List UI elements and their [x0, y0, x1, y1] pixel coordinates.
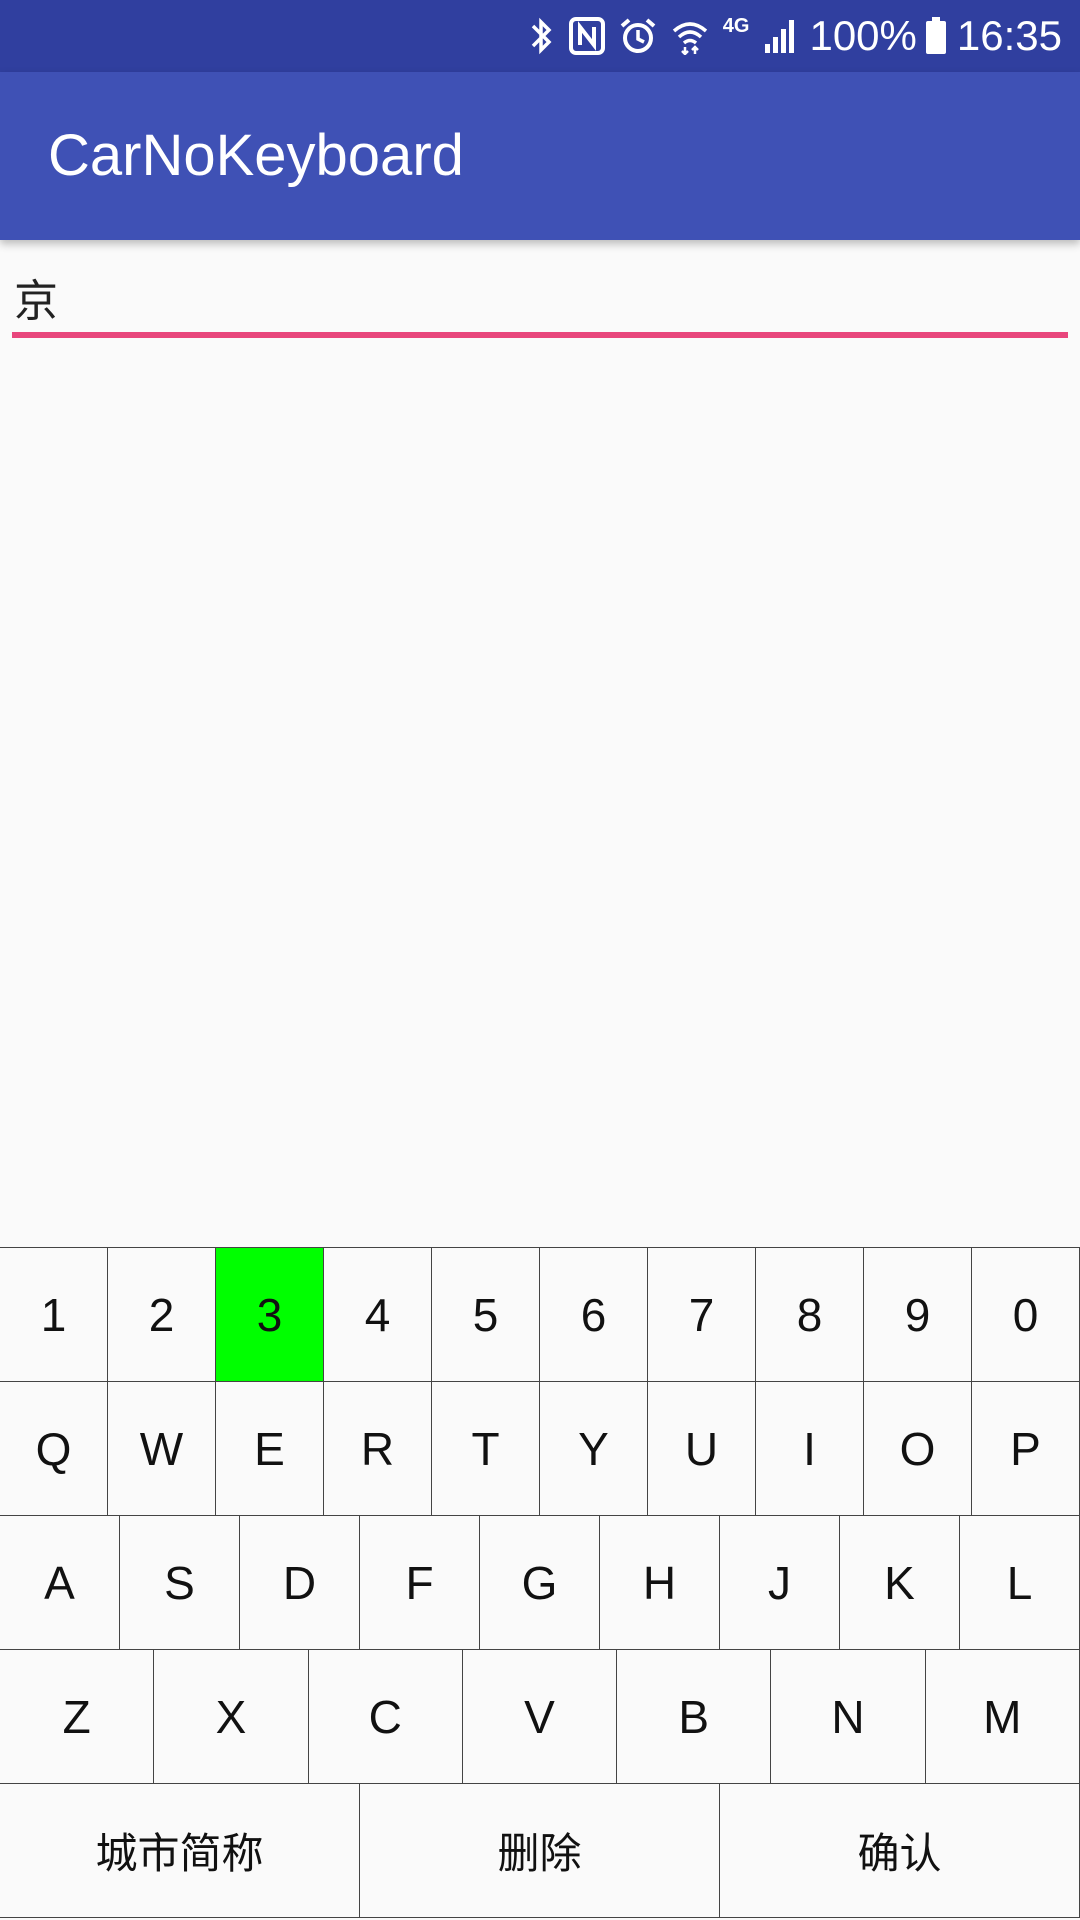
wifi-icon — [671, 17, 709, 55]
network-type-label: 4G — [722, 14, 750, 37]
app-title: CarNoKeyboard — [48, 123, 464, 188]
key-w[interactable]: W — [107, 1381, 216, 1516]
car-number-keyboard: 1 2 3 4 5 6 7 8 9 0 Q W E R T Y U I O P A S D F G H J K L Z X C V B N M 城市简称… — [0, 1247, 1080, 1920]
keyboard-row: 城市简称 删除 确认 — [0, 1783, 1080, 1918]
battery-percent: 100% — [809, 12, 917, 59]
key-u[interactable]: U — [647, 1381, 756, 1516]
key-l[interactable]: L — [959, 1515, 1080, 1650]
key-e[interactable]: E — [215, 1381, 324, 1516]
key-m[interactable]: M — [924, 1649, 1080, 1784]
status-bar: 4G 100% 16:35 — [0, 0, 1080, 72]
key-9[interactable]: 9 — [863, 1247, 972, 1382]
key-f[interactable]: F — [359, 1515, 480, 1650]
nfc-icon — [568, 17, 605, 55]
key-2[interactable]: 2 — [107, 1247, 216, 1382]
key-6[interactable]: 6 — [539, 1247, 648, 1382]
keyboard-row: QWERTYUIOP — [0, 1381, 1080, 1516]
key-a[interactable]: A — [0, 1515, 120, 1650]
key-s[interactable]: S — [119, 1515, 240, 1650]
key-t[interactable]: T — [431, 1381, 540, 1516]
delete-key[interactable]: 删除 — [359, 1783, 720, 1918]
key-g[interactable]: G — [479, 1515, 600, 1650]
confirm-key[interactable]: 确认 — [719, 1783, 1080, 1918]
key-5[interactable]: 5 — [431, 1247, 540, 1382]
signal-icon — [763, 18, 799, 54]
key-j[interactable]: J — [719, 1515, 840, 1650]
keyboard-row: ASDFGHJKL — [0, 1515, 1080, 1650]
key-1[interactable]: 1 — [0, 1247, 108, 1382]
keyboard-row: ZXCVBNM — [0, 1649, 1080, 1784]
key-v[interactable]: V — [461, 1649, 618, 1784]
battery-icon — [925, 17, 947, 55]
app-bar: CarNoKeyboard — [0, 72, 1080, 240]
key-d[interactable]: D — [239, 1515, 360, 1650]
key-y[interactable]: Y — [539, 1381, 648, 1516]
key-z[interactable]: Z — [0, 1649, 155, 1784]
key-4[interactable]: 4 — [323, 1247, 432, 1382]
key-n[interactable]: N — [770, 1649, 926, 1784]
key-x[interactable]: X — [153, 1649, 309, 1784]
key-i[interactable]: I — [755, 1381, 864, 1516]
key-k[interactable]: K — [839, 1515, 960, 1650]
city-abbreviation-key[interactable]: 城市简称 — [0, 1783, 360, 1918]
plate-number-input[interactable] — [12, 262, 1068, 338]
bluetooth-icon — [529, 16, 555, 56]
key-3[interactable]: 3 — [215, 1247, 324, 1382]
keyboard-row: 1234567890 — [0, 1247, 1080, 1382]
key-r[interactable]: R — [323, 1381, 432, 1516]
alarm-icon — [619, 17, 657, 55]
clock: 16:35 — [956, 12, 1062, 59]
key-b[interactable]: B — [616, 1649, 772, 1784]
key-8[interactable]: 8 — [755, 1247, 864, 1382]
key-o[interactable]: O — [863, 1381, 972, 1516]
key-h[interactable]: H — [599, 1515, 720, 1650]
key-7[interactable]: 7 — [647, 1247, 756, 1382]
key-0[interactable]: 0 — [971, 1247, 1080, 1382]
key-c[interactable]: C — [307, 1649, 463, 1784]
key-p[interactable]: P — [971, 1381, 1080, 1516]
key-q[interactable]: Q — [0, 1381, 108, 1516]
